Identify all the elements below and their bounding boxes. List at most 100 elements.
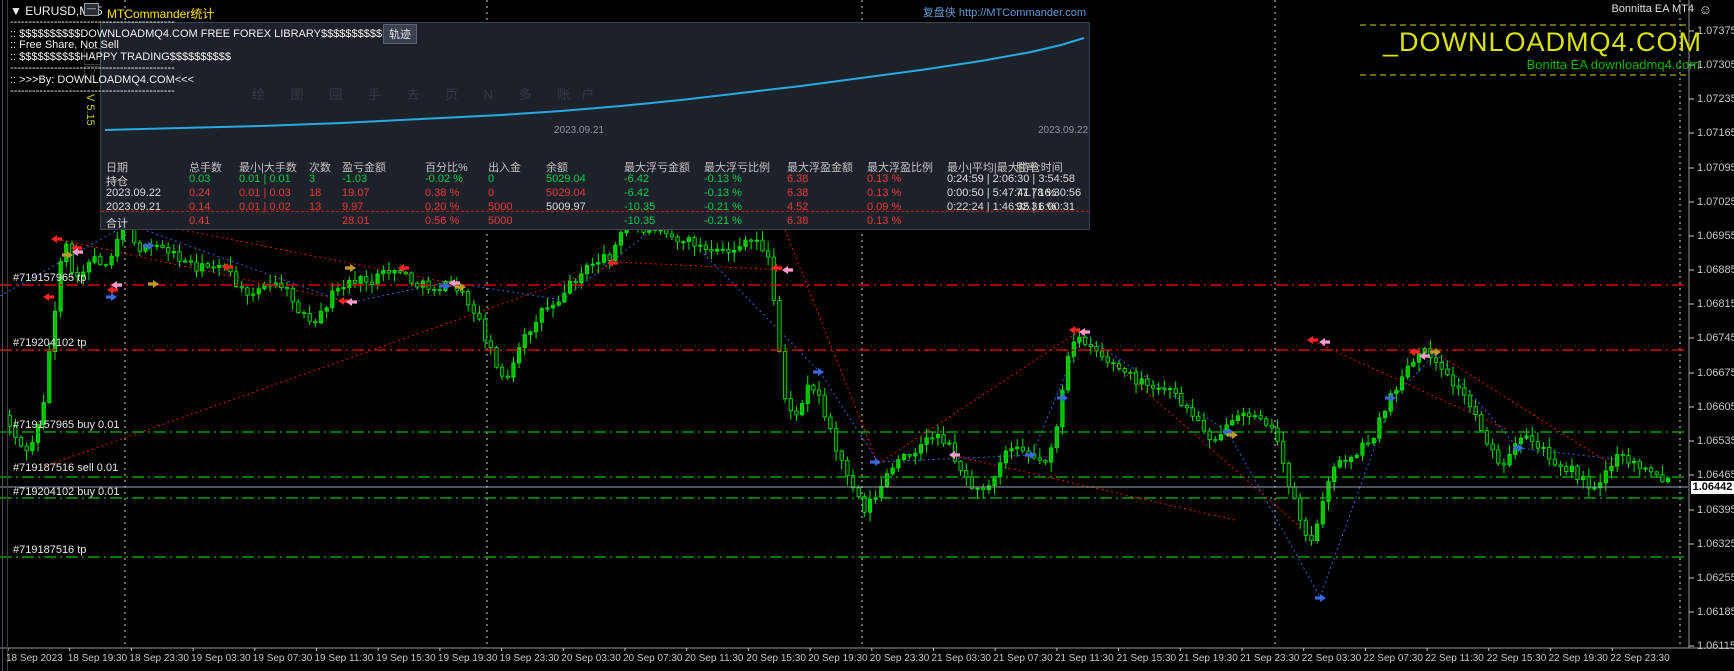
window-left-border-2 (7, 0, 8, 671)
gold-trade-arrow-icon (345, 264, 356, 272)
smiley-icon: ☺ (1698, 2, 1712, 17)
version-label: V 5.15 (84, 94, 96, 126)
blue-trade-arrow-icon (870, 458, 881, 466)
price-tick-label: 1.07095 (1697, 162, 1734, 174)
price-tick-label: 1.06115 (1697, 640, 1734, 652)
stats-cell: 合计 (106, 218, 128, 230)
stats-cell: -0.13 % (704, 173, 742, 185)
stats-cell: -1.03 (342, 173, 368, 185)
stats-cell: 0.56 % (425, 215, 460, 227)
pink-trade-arrow-icon (346, 298, 357, 306)
price-tick-label: 1.06185 (1697, 606, 1734, 618)
equity-date-label: 2023.09.21 (554, 125, 605, 136)
stats-cell: 0.13 % (867, 187, 902, 199)
time-tick-label: 21 Sep 07:30 (993, 653, 1053, 664)
stats-cell: -0.21 % (704, 215, 742, 227)
price-tick-label: 1.06675 (1697, 367, 1734, 379)
price-tick-label: 1.06325 (1697, 538, 1734, 550)
comment-line: :: Free Share, Not Sell (10, 39, 119, 51)
stats-cell: 6.38 (787, 187, 809, 199)
order-line-label[interactable]: #719204102 buy 0.01 (13, 486, 119, 498)
time-tick-label: 20 Sep 03:30 (561, 653, 621, 664)
time-tick-label: 19 Sep 07:30 (252, 653, 313, 664)
price-tick-label: 1.06605 (1697, 401, 1734, 413)
time-tick-label: 21 Sep 23:30 (1240, 653, 1300, 664)
gold-trade-arrow-icon (148, 280, 159, 288)
time-tick-label: 21 Sep 15:30 (1116, 653, 1177, 664)
stats-cell: 0:24:59 | 2:06:30 | 3:54:58 (947, 173, 1076, 185)
time-tick-label: 21 Sep 03:30 (931, 653, 992, 664)
pink-trade-arrow-icon (782, 266, 793, 274)
comment-line: ----------------------------------------… (10, 85, 175, 97)
blue-trade-arrow-icon (813, 368, 824, 376)
time-tick-label: 21 Sep 11:30 (1054, 653, 1114, 664)
stats-cell: 2023.09.22 (106, 187, 162, 199)
ea-comment-block: ----------------------------------------… (10, 16, 382, 98)
order-line-label[interactable]: #719187516 sell 0.01 (13, 462, 118, 474)
price-tick-label: 1.06395 (1697, 504, 1734, 516)
window-left-border (2, 0, 3, 671)
time-tick-label: 22 Sep 19:30 (1548, 653, 1609, 664)
stats-cell: 0.38 % (425, 187, 460, 199)
order-line-label[interactable]: #719187516 tp (13, 544, 86, 556)
time-tick-label: 18 Sep 23:30 (129, 653, 189, 664)
stats-cell: -0.02 % (425, 173, 463, 185)
trend-lines (0, 219, 1641, 598)
stats-cell: 5000 (488, 215, 513, 227)
stats-cell: -0.13 % (704, 187, 742, 199)
minimize-button[interactable]: — (84, 3, 99, 16)
equity-date-label: 2023.09.22 (1038, 125, 1089, 136)
sub-watermark: Bonitta EA downloadmq4.com (1526, 57, 1700, 72)
time-tick-label: 18 Sep 2023 (6, 653, 63, 664)
time-tick-label: 21 Sep 19:30 (1178, 653, 1238, 664)
blue-trade-arrow-icon (1315, 594, 1326, 602)
time-tick-label: 22 Sep 23:30 (1610, 653, 1670, 664)
price-tick-label: 1.06465 (1697, 469, 1734, 481)
time-tick-label: 22 Sep 07:30 (1363, 653, 1423, 664)
red-trade-arrow-icon (338, 297, 349, 305)
stats-cell: 0 (488, 173, 495, 185)
price-tick-label: 1.07025 (1697, 196, 1734, 208)
stats-cell: 18 (309, 187, 322, 199)
price-tick-label: 1.07235 (1697, 93, 1734, 105)
order-line-label[interactable]: #719157965 buy 0.01 (13, 419, 119, 431)
time-tick-label: 19 Sep 23:30 (499, 653, 560, 664)
time-tick-label: 20 Sep 23:30 (869, 653, 930, 664)
stats-cell: -6.42 (624, 187, 650, 199)
stats-cell: 19.07 (342, 187, 370, 199)
time-tick-label: 19 Sep 19:30 (437, 653, 498, 664)
pink-trade-arrow-icon (1319, 338, 1330, 346)
mt4-chart-window: ▼ EURUSD,M15 — MTCommander统计 复盘侠 http://… (0, 0, 1734, 671)
big-watermark: _DOWNLOADMQ4.COM (1382, 27, 1702, 57)
time-tick-label: 19 Sep 15:30 (376, 653, 436, 664)
stats-cell: 0.01 | 0.01 (239, 173, 291, 185)
stats-cell: 3 (309, 173, 316, 185)
red-trade-arrow-icon (51, 235, 62, 243)
order-lines[interactable] (0, 284, 1688, 558)
comment-line: ----------------------------------------… (10, 16, 175, 28)
track-button[interactable]: 轨迹 (383, 24, 417, 44)
pink-trade-arrow-icon (949, 451, 960, 459)
time-tick-label: 20 Sep 19:30 (808, 653, 868, 664)
stats-cell: 0.41 (189, 215, 211, 227)
trade-arrows (43, 218, 1524, 602)
blue-trade-arrow-icon (106, 293, 117, 301)
stats-cell: 5029.04 (546, 173, 586, 185)
time-tick-label: 22 Sep 03:30 (1301, 653, 1362, 664)
ea-name-label: Bonnitta EA MT4 (1611, 3, 1694, 15)
price-tick-label: 1.06745 (1697, 332, 1734, 344)
order-line-label[interactable]: #719157965 tp (13, 272, 86, 284)
time-tick-label: 22 Sep 15:30 (1486, 653, 1547, 664)
brand-link[interactable]: 复盘侠 http://MTCommander.com (923, 4, 1086, 20)
order-line-label[interactable]: #719204102 tp (13, 337, 86, 349)
red-trade-arrow-icon (43, 293, 54, 301)
price-tick-label: 1.06255 (1697, 572, 1734, 584)
time-tick-label: 19 Sep 11:30 (314, 653, 374, 664)
time-tick-label: 18 Sep 19:30 (67, 653, 128, 664)
current-price-tag: 1.06442 (1691, 481, 1734, 494)
price-tick-label: 1.06815 (1697, 298, 1734, 310)
price-tick-label: 1.06955 (1697, 230, 1734, 242)
stats-cell: -6.42 (624, 173, 650, 185)
stats-cell: 0.13 % (867, 215, 902, 227)
price-tick-label: 1.06885 (1697, 264, 1734, 276)
